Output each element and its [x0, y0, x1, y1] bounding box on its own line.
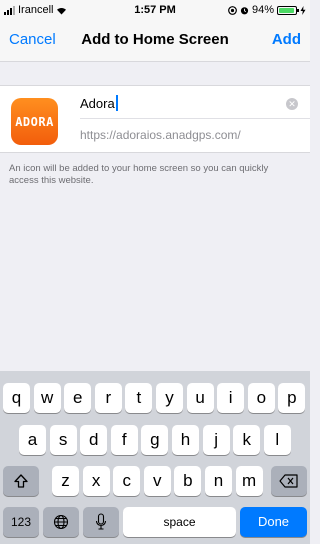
key-u[interactable]: u — [186, 383, 214, 413]
globe-key[interactable] — [43, 507, 79, 537]
app-icon-logo: ADORA — [15, 114, 54, 129]
key-k[interactable]: k — [233, 425, 261, 455]
charging-icon — [300, 5, 306, 15]
shift-key[interactable] — [3, 466, 39, 496]
key-p[interactable]: p — [278, 383, 306, 413]
backspace-key[interactable] — [271, 466, 307, 496]
key-h[interactable]: h — [172, 425, 199, 455]
globe-icon — [53, 514, 69, 530]
key-c[interactable]: c — [113, 466, 141, 496]
dictation-key[interactable] — [83, 507, 119, 537]
key-n[interactable]: n — [205, 466, 232, 496]
key-q[interactable]: q — [3, 383, 30, 413]
key-r[interactable]: r — [94, 383, 122, 413]
backspace-icon — [279, 474, 298, 488]
done-key[interactable]: Done — [240, 507, 307, 537]
keyboard: 123 space Done qwertyuiop asdfghjkl zxcvbn… — [0, 371, 310, 544]
numbers-key[interactable]: 123 — [3, 507, 39, 537]
app-icon: ADORA — [11, 98, 58, 145]
key-a[interactable]: a — [19, 425, 46, 455]
status-right: 94% — [228, 4, 306, 16]
key-s[interactable]: s — [49, 425, 77, 455]
key-i[interactable]: i — [217, 383, 245, 413]
key-v[interactable]: v — [143, 466, 171, 496]
helper-text: An icon will be added to your home scree… — [9, 163, 269, 186]
text-caret — [115, 95, 118, 111]
key-e[interactable]: e — [64, 383, 92, 413]
url-label: https://adoraios.anadgps.com/ — [80, 128, 241, 142]
key-o[interactable]: o — [247, 383, 275, 413]
key-z[interactable]: z — [52, 466, 79, 496]
shift-icon — [14, 474, 28, 488]
key-t[interactable]: t — [125, 383, 153, 413]
add-button[interactable]: Add — [272, 31, 301, 48]
key-y[interactable]: y — [156, 383, 183, 413]
key-g[interactable]: g — [141, 425, 169, 455]
location-icon — [228, 5, 237, 15]
key-x[interactable]: x — [82, 466, 110, 496]
name-input-value: Adora — [80, 95, 115, 111]
key-m[interactable]: m — [235, 466, 263, 496]
alarm-icon — [240, 6, 249, 14]
key-w[interactable]: w — [33, 383, 61, 413]
navigation-bar: Cancel Add to Home Screen Add — [0, 20, 310, 62]
battery-icon — [277, 5, 299, 15]
key-j[interactable]: j — [202, 425, 230, 455]
status-bar: Irancell 1:57 PM 94% — [0, 0, 310, 20]
key-f[interactable]: f — [110, 425, 138, 455]
key-l[interactable]: l — [263, 425, 291, 455]
name-field[interactable]: Adora ✕ — [80, 94, 310, 119]
key-b[interactable]: b — [174, 466, 202, 496]
cancel-button[interactable]: Cancel — [9, 31, 56, 48]
name-input[interactable]: Adora — [80, 95, 118, 111]
battery-percent: 94% — [251, 4, 274, 16]
microphone-icon — [95, 513, 107, 530]
key-d[interactable]: d — [80, 425, 108, 455]
clear-text-icon[interactable]: ✕ — [286, 98, 298, 110]
space-key[interactable]: space — [123, 507, 236, 537]
bookmark-card: ADORA Adora ✕ https://adoraios.anadgps.c… — [0, 85, 310, 153]
